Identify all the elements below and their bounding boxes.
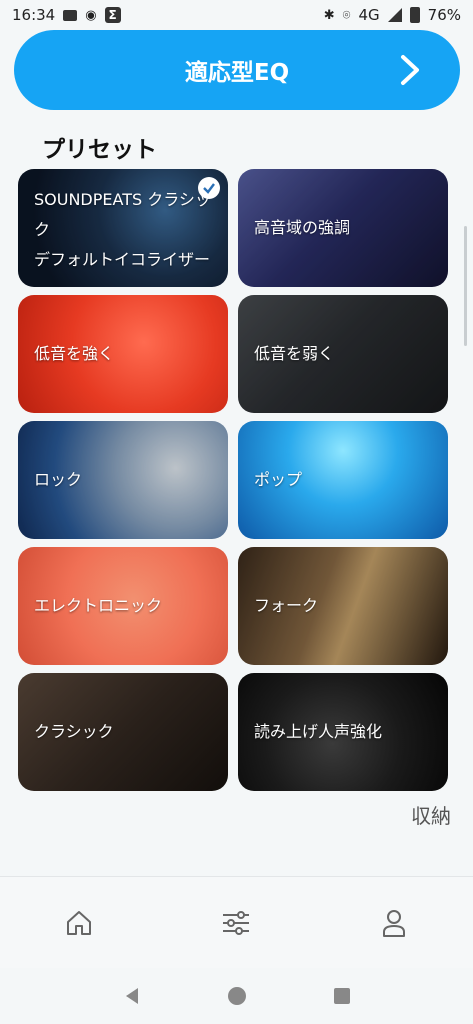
battery-level: 76% [427, 6, 461, 24]
signal-icon [387, 8, 402, 22]
preset-card-soundpeats-classic[interactable]: SOUNDPEATS クラシック デフォルトイコライザー [18, 169, 228, 287]
preset-label: ポップ [254, 470, 303, 489]
bottom-nav [0, 876, 473, 968]
preset-label: 低音を強く [34, 344, 115, 363]
profile-icon [383, 909, 406, 937]
scrollbar[interactable] [464, 226, 467, 346]
preset-card-classical[interactable]: クラシック [18, 673, 228, 791]
preset-label: 低音を弱く [254, 344, 335, 363]
notification-card-icon [63, 9, 78, 21]
adaptive-eq-label: 適応型EQ [184, 60, 290, 86]
status-time: 16:34 [12, 6, 56, 24]
location-icon: ⌾ [342, 7, 351, 23]
preset-label: 読み上げ人声強化 [254, 722, 383, 741]
preset-card-vocal-boost[interactable]: 読み上げ人声強化 [238, 673, 448, 791]
presets-heading: プリセット [42, 137, 157, 163]
system-nav [0, 968, 473, 1024]
status-left: 16:34 ◉ Σ [12, 6, 121, 24]
back-icon[interactable] [122, 986, 142, 1006]
nav-home-icon[interactable] [49, 893, 109, 953]
preset-label: エレクトロニック [34, 596, 163, 615]
preset-label: 高音域の強調 [254, 218, 351, 237]
preset-label: フォーク [254, 596, 319, 615]
preset-card-bass-boost[interactable]: 低音を強く [18, 295, 228, 413]
network-type: 4G [358, 6, 380, 24]
collapse-button[interactable]: 収納 [411, 800, 451, 829]
selected-check-icon [198, 177, 220, 199]
home-icon [66, 910, 91, 935]
record-icon: ◉ [85, 7, 97, 23]
preset-card-pop[interactable]: ポップ [238, 421, 448, 539]
preset-label: ロック [34, 470, 83, 489]
equalizer-sliders-icon [223, 910, 250, 935]
nav-equalizer-icon[interactable] [206, 893, 266, 953]
bluetooth-icon: ✱ [323, 7, 335, 23]
battery-icon [409, 7, 420, 23]
preset-label: クラシック [34, 722, 114, 741]
preset-name: SOUNDPEATS クラシック [34, 190, 211, 239]
sigma-app-icon: Σ [104, 7, 121, 23]
status-right: ✱ ⌾ 4G 76% [324, 6, 461, 24]
adaptive-eq-button[interactable]: 適応型EQ [14, 30, 460, 110]
preset-subtitle: デフォルトイコライザー [34, 250, 211, 269]
preset-label: SOUNDPEATS クラシック デフォルトイコライザー [34, 185, 214, 275]
recents-icon[interactable] [333, 987, 351, 1005]
chevron-right-icon [401, 55, 419, 85]
nav-profile-icon[interactable] [364, 893, 424, 953]
home-circle-icon[interactable] [226, 985, 248, 1007]
preset-card-bass-reduce[interactable]: 低音を弱く [238, 295, 448, 413]
preset-card-rock[interactable]: ロック [18, 421, 228, 539]
preset-card-electronic[interactable]: エレクトロニック [18, 547, 228, 665]
preset-card-folk[interactable]: フォーク [238, 547, 448, 665]
preset-card-treble-boost[interactable]: 高音域の強調 [238, 169, 448, 287]
status-bar: 16:34 ◉ Σ ✱ ⌾ 4G 76% [0, 0, 473, 30]
